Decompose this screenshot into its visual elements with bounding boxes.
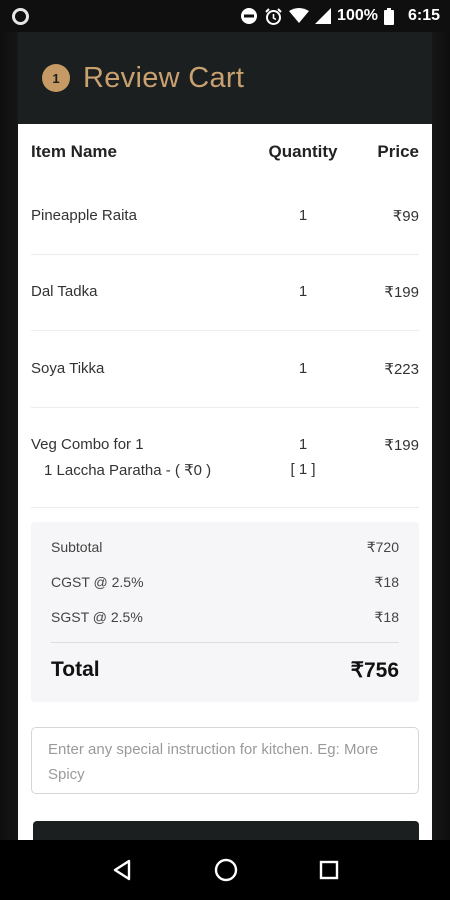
item-quantity: 1 <box>298 283 308 300</box>
clock: 6:15 <box>407 7 440 24</box>
column-header-name: Item Name <box>31 142 117 161</box>
column-header-price: Price <box>377 142 419 161</box>
page-title: Review Cart <box>83 61 245 94</box>
signal-icon <box>315 8 332 24</box>
home-icon[interactable] <box>214 858 238 882</box>
navigation-bar <box>0 840 450 900</box>
cart-card: Item Name Quantity Price Pineapple Raita… <box>18 124 432 840</box>
battery-percent: 100% <box>337 7 378 24</box>
row-divider <box>31 254 419 255</box>
cgst-label: CGST @ 2.5% <box>51 574 144 590</box>
total-label: Total <box>51 658 100 681</box>
recents-icon[interactable] <box>319 860 339 880</box>
order-summary: Subtotal ₹720 CGST @ 2.5% ₹18 SGST @ 2.5… <box>31 522 419 702</box>
do-not-disturb-icon <box>240 7 258 25</box>
item-quantity: 1 <box>298 207 308 224</box>
status-bar: 100% 6:15 <box>0 0 450 32</box>
combo-sub-quantity: [ 1 ] <box>290 461 316 478</box>
column-header-quantity: Quantity <box>268 142 338 161</box>
checkout-button[interactable] <box>33 821 419 840</box>
item-price: ₹199 <box>384 437 419 454</box>
cgst-value: ₹18 <box>374 574 399 590</box>
item-name: Veg Combo for 1 <box>31 436 144 453</box>
wifi-icon <box>289 8 310 24</box>
alarm-icon <box>264 7 283 26</box>
summary-divider <box>51 642 399 643</box>
sgst-value: ₹18 <box>374 609 399 625</box>
item-quantity: 1 <box>298 436 308 453</box>
table-header: Item Name Quantity Price <box>18 142 432 166</box>
row-divider <box>31 507 419 508</box>
total-value: ₹756 <box>350 659 399 682</box>
item-name: Dal Tadka <box>31 283 98 300</box>
back-icon[interactable] <box>111 859 133 881</box>
row-divider <box>31 330 419 331</box>
item-name: Soya Tikka <box>31 360 105 377</box>
sgst-label: SGST @ 2.5% <box>51 609 143 625</box>
battery-icon <box>383 7 394 25</box>
item-price: ₹99 <box>392 208 419 225</box>
step-badge: 1 <box>42 64 70 92</box>
combo-sub-item: 1 Laccha Paratha - ( ₹0 ) <box>44 462 212 479</box>
subtotal-label: Subtotal <box>51 539 103 555</box>
special-instruction-input[interactable]: Enter any special instruction for kitche… <box>31 727 419 794</box>
item-name: Pineapple Raita <box>31 207 137 224</box>
cart-header: 1 Review Cart <box>18 32 432 124</box>
item-price: ₹199 <box>384 284 419 301</box>
notification-dot-icon <box>12 7 29 25</box>
item-quantity: 1 <box>298 360 308 377</box>
row-divider <box>31 407 419 408</box>
subtotal-value: ₹720 <box>366 539 399 555</box>
item-price: ₹223 <box>384 361 419 378</box>
